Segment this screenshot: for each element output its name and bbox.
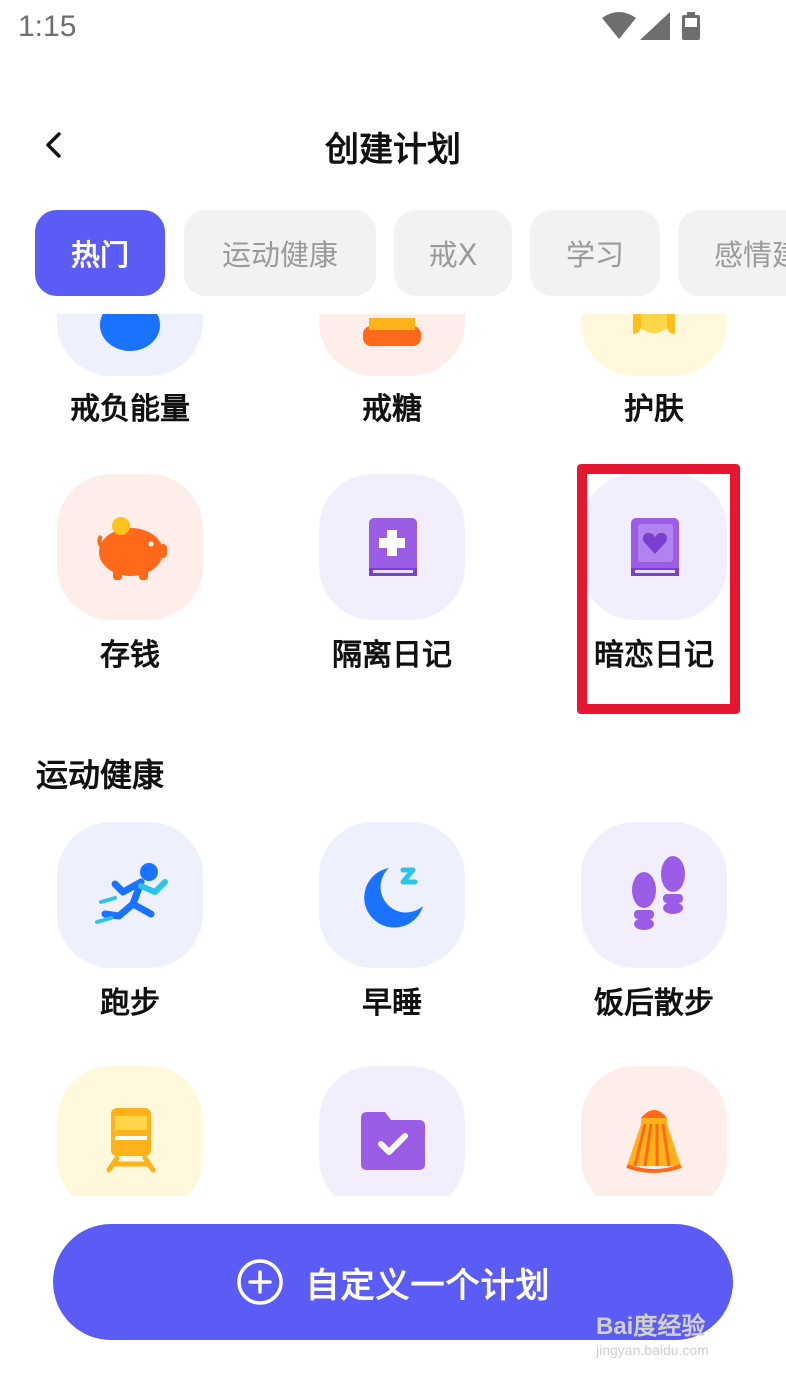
plan-item-label: 护肤 [624, 392, 684, 427]
status-time: 1:15 [18, 10, 77, 43]
train-icon [106, 1108, 156, 1173]
plan-item-label: 隔离日记 [332, 638, 452, 673]
skincare-icon [633, 314, 675, 334]
signal-icon [640, 12, 670, 40]
plan-item-negative-energy[interactable]: 戒负能量 [50, 314, 210, 434]
tab-study[interactable]: 学习 [530, 210, 660, 296]
wifi-icon [602, 12, 636, 39]
icon-bg [319, 1066, 465, 1196]
icon-bg [57, 1066, 203, 1196]
plan-item-label: 存钱 [100, 638, 160, 673]
candy-icon [363, 318, 421, 346]
plan-item-label: 跑步 [100, 986, 160, 1021]
watermark-brand: Bai度经验 [596, 1313, 706, 1340]
icon-bg [57, 474, 203, 620]
icon-bg [57, 822, 203, 968]
plan-item-candy[interactable]: 戒糖 [312, 314, 472, 434]
plan-item-folder-check[interactable] [312, 1066, 472, 1196]
tab-hot[interactable]: 热门 [35, 210, 165, 296]
section-title-sports: 运动健康 [36, 756, 165, 794]
moon-sleep-icon [364, 867, 423, 928]
footprints-icon [632, 856, 685, 930]
negative-energy-icon [100, 314, 160, 351]
category-tabs: 热门 运动健康 戒X 学习 感情建 [0, 210, 786, 298]
heart-diary-icon [631, 518, 679, 576]
plan-list[interactable]: 戒负能量 戒糖 护肤 存钱 隔离日记 暗恋日记 运动健康 跑步 早睡 饭后散步 [0, 314, 786, 1196]
plan-item-running[interactable]: 跑步 [50, 822, 210, 1022]
icon-bg [319, 314, 465, 376]
plan-item-train[interactable] [50, 1066, 210, 1196]
page-title: 创建计划 [325, 130, 461, 170]
icon-bg [57, 314, 203, 376]
piggy-bank-icon [97, 517, 167, 580]
icon-bg [581, 822, 727, 968]
plan-item-label: 早睡 [362, 986, 422, 1021]
status-bar: 1:15 [0, 0, 786, 56]
plan-item-early-sleep[interactable]: 早睡 [312, 822, 472, 1022]
plan-item-badminton[interactable] [574, 1066, 734, 1196]
icon-bg [319, 474, 465, 620]
plan-item-quarantine-diary[interactable]: 隔离日记 [312, 474, 472, 674]
icon-bg [581, 1066, 727, 1196]
plan-item-walk-after-meal[interactable]: 饭后散步 [574, 822, 734, 1022]
plan-item-label: 戒糖 [362, 392, 422, 427]
tab-emotion[interactable]: 感情建 [678, 210, 786, 296]
plus-circle-icon [236, 1259, 283, 1305]
icon-bg [581, 474, 727, 620]
plan-item-label: 饭后散步 [594, 986, 714, 1021]
plan-item-save-money[interactable]: 存钱 [50, 474, 210, 674]
header: 创建计划 [0, 110, 786, 180]
folder-check-icon [361, 1112, 425, 1170]
plan-item-skincare[interactable]: 护肤 [574, 314, 734, 434]
tab-quit-x[interactable]: 戒X [394, 210, 512, 296]
tab-sports-health[interactable]: 运动健康 [184, 210, 376, 296]
shuttlecock-icon [626, 1110, 682, 1173]
plan-item-crush-diary[interactable]: 暗恋日记 [574, 474, 734, 674]
plan-item-label: 暗恋日记 [594, 638, 714, 673]
icon-bg [319, 822, 465, 968]
custom-plan-label: 自定义一个计划 [305, 1265, 551, 1306]
medical-diary-icon [369, 518, 417, 576]
watermark: Bai度经验 jingyan.baidu.com [596, 1306, 746, 1366]
icon-bg [581, 314, 727, 376]
runner-icon [95, 863, 168, 924]
battery-icon [682, 12, 700, 40]
watermark-url: jingyan.baidu.com [596, 1342, 709, 1358]
plan-item-label: 戒负能量 [70, 392, 190, 427]
